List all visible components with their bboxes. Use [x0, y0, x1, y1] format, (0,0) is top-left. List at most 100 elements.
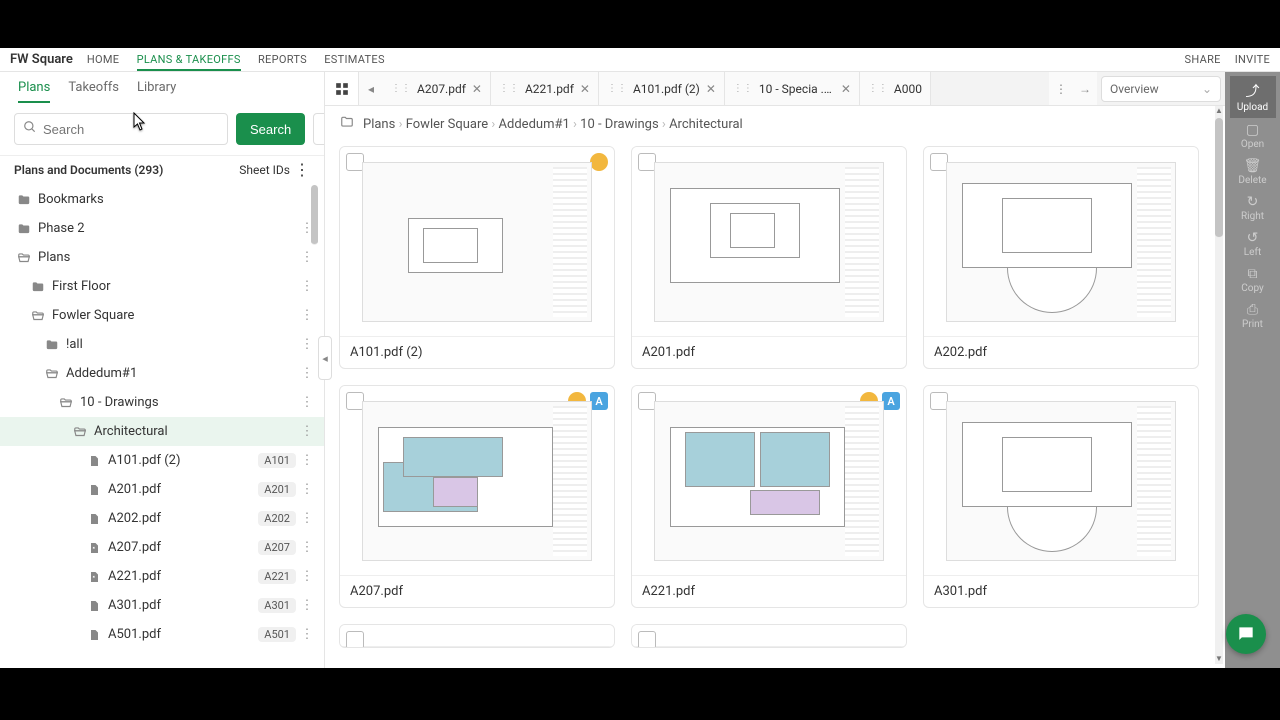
card-thumbnail[interactable]: [924, 386, 1198, 576]
plan-card[interactable]: [631, 624, 907, 648]
grid-view-button[interactable]: [325, 72, 359, 105]
sidebar-tab-takeoffs[interactable]: Takeoffs: [68, 80, 119, 103]
content-scrollbar[interactable]: ▲ ▼: [1215, 106, 1223, 664]
takeoff-badge-icon: A: [590, 392, 608, 410]
folder-open-icon: [72, 425, 88, 439]
breadcrumb-item[interactable]: Fowler Square: [406, 117, 488, 132]
breadcrumb-item[interactable]: Addedum#1: [499, 117, 570, 132]
content-scroll-thumb[interactable]: [1215, 118, 1223, 238]
drag-handle-icon[interactable]: ⋮⋮: [607, 83, 627, 94]
plan-tree[interactable]: BookmarksPhase 2⋮Plans⋮First Floor⋮Fowle…: [0, 185, 324, 668]
doc-tab[interactable]: ⋮⋮ A207.pdf ✕: [383, 72, 491, 105]
tree-node[interactable]: A301.pdfA301⋮: [0, 591, 324, 620]
card-thumbnail[interactable]: A: [632, 386, 906, 576]
sidebar-tab-library[interactable]: Library: [137, 80, 176, 103]
search-button[interactable]: Search: [236, 113, 305, 145]
folder-open-icon: [16, 251, 32, 265]
sheet-ids-toggle[interactable]: Sheet IDs: [239, 163, 290, 177]
tree-node[interactable]: !all⋮: [0, 330, 324, 359]
nav-invite[interactable]: INVITE: [1235, 53, 1270, 66]
file-icon: [86, 483, 102, 497]
breadcrumb: Plans › Fowler Square › Addedum#1 › 10 -…: [325, 106, 1225, 142]
scroll-up-icon[interactable]: ▲: [1215, 106, 1223, 116]
tree-node-label: A201.pdf: [102, 482, 258, 497]
plan-card[interactable]: A201.pdf: [631, 146, 907, 369]
overview-select[interactable]: Overview ⌄: [1101, 76, 1221, 102]
tree-scrollbar[interactable]: [311, 185, 318, 668]
tree-node[interactable]: A221.pdfA221⋮: [0, 562, 324, 591]
tree-node[interactable]: A201.pdfA201⋮: [0, 475, 324, 504]
plan-card[interactable]: A202.pdf: [923, 146, 1199, 369]
nav-plans-takeoffs[interactable]: PLANS & TAKEOFFS: [137, 53, 241, 71]
tab-nav-next[interactable]: ⋮: [1049, 72, 1073, 105]
nav-reports[interactable]: REPORTS: [258, 53, 307, 66]
plan-card[interactable]: AA207.pdf: [339, 385, 615, 608]
doc-tab[interactable]: ⋮⋮A221.pdf✕: [491, 72, 599, 105]
drag-handle-icon[interactable]: ⋮⋮: [733, 83, 753, 94]
folder-open-icon: [44, 367, 60, 381]
tool-open: ▢Open: [1230, 118, 1276, 154]
drag-handle-icon[interactable]: ⋮⋮: [499, 83, 519, 94]
doc-tab[interactable]: ⋮⋮10 - Specia ... e 003✕: [725, 72, 860, 105]
card-thumbnail[interactable]: A: [340, 386, 614, 576]
tree-node[interactable]: Addedum#1⋮: [0, 359, 324, 388]
chat-fab[interactable]: [1226, 614, 1266, 654]
tab-nav-prev[interactable]: ◂: [359, 72, 383, 105]
tree-node[interactable]: A207.pdfA207⋮: [0, 533, 324, 562]
tree-node-label: A101.pdf (2): [102, 453, 258, 468]
upload-button[interactable]: Upload: [313, 113, 325, 145]
more-icon[interactable]: ⋮: [294, 160, 310, 179]
card-checkbox[interactable]: [346, 631, 364, 648]
chevron-down-icon: ⌄: [1202, 82, 1212, 96]
tree-node[interactable]: A501.pdfA501⋮: [0, 620, 324, 649]
sheet-id-tag: A101: [258, 453, 296, 468]
tree-scroll-thumb[interactable]: [311, 185, 318, 245]
search-input[interactable]: [43, 122, 219, 137]
sidebar-tab-plans[interactable]: Plans: [18, 80, 50, 103]
close-icon[interactable]: ✕: [841, 82, 851, 96]
card-checkbox[interactable]: [638, 631, 656, 648]
sheet-id-tag: A221: [258, 569, 296, 584]
tab-nav-more[interactable]: →: [1073, 72, 1097, 105]
plan-card[interactable]: [339, 624, 615, 648]
search-input-wrap[interactable]: [14, 113, 228, 145]
open-icon: ▢: [1246, 122, 1259, 138]
tree-node[interactable]: First Floor⋮: [0, 272, 324, 301]
close-icon[interactable]: ✕: [580, 82, 590, 96]
plan-card[interactable]: AA221.pdf: [631, 385, 907, 608]
tool-print: ⎙Print: [1230, 298, 1276, 334]
tree-node[interactable]: Fowler Square⋮: [0, 301, 324, 330]
breadcrumb-item[interactable]: Plans: [363, 117, 395, 132]
collapse-sidebar-button[interactable]: ◂: [318, 336, 332, 380]
tree-node[interactable]: Plans⋮: [0, 243, 324, 272]
card-thumbnail[interactable]: [340, 147, 614, 337]
plan-card[interactable]: A101.pdf (2): [339, 146, 615, 369]
doc-tab-label: A207.pdf: [417, 82, 466, 96]
tool-upload[interactable]: ⤴Upload: [1230, 76, 1276, 118]
nav-share[interactable]: SHARE: [1185, 53, 1221, 66]
plan-card[interactable]: A301.pdf: [923, 385, 1199, 608]
card-thumbnail[interactable]: [924, 147, 1198, 337]
drag-handle-icon[interactable]: ⋮⋮: [868, 83, 888, 94]
close-icon[interactable]: ✕: [472, 82, 482, 96]
tool-left: ↺Left: [1230, 226, 1276, 262]
tree-node[interactable]: 10 - Drawings⋮: [0, 388, 324, 417]
doc-tab[interactable]: ⋮⋮A000: [860, 72, 931, 105]
nav-estimates[interactable]: ESTIMATES: [324, 53, 385, 66]
tree-node[interactable]: Phase 2⋮: [0, 214, 324, 243]
doc-tab[interactable]: ⋮⋮A101.pdf (2)✕: [599, 72, 725, 105]
tree-node[interactable]: Architectural⋮: [0, 417, 324, 446]
breadcrumb-item[interactable]: 10 - Drawings: [580, 117, 659, 132]
file-k-icon: [86, 541, 102, 555]
nav-home[interactable]: HOME: [87, 53, 119, 66]
drag-handle-icon[interactable]: ⋮⋮: [391, 83, 411, 94]
card-thumbnail[interactable]: [632, 147, 906, 337]
tree-node[interactable]: A101.pdf (2)A101⋮: [0, 446, 324, 475]
breadcrumb-item[interactable]: Architectural: [669, 117, 743, 132]
close-icon[interactable]: ✕: [706, 82, 716, 96]
sheet-id-tag: A202: [258, 511, 296, 526]
tree-node[interactable]: A202.pdfA202⋮: [0, 504, 324, 533]
file-icon: [86, 454, 102, 468]
tree-node[interactable]: Bookmarks: [0, 185, 324, 214]
scroll-down-icon[interactable]: ▼: [1215, 654, 1223, 664]
